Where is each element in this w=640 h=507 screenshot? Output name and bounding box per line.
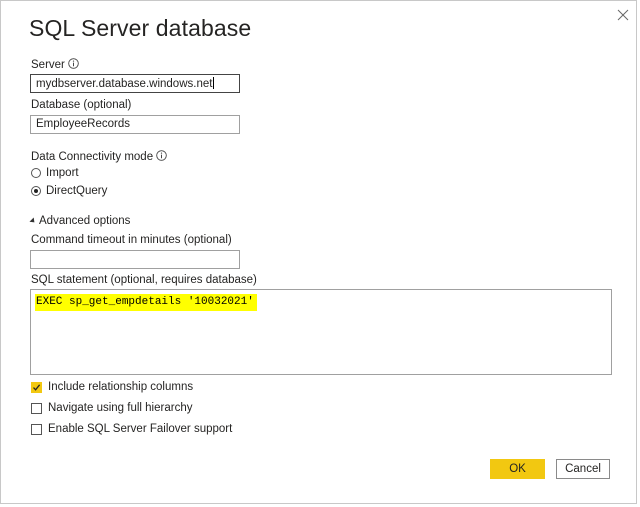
checkbox-navigate-full-hierarchy[interactable]: Navigate using full hierarchy [31, 402, 192, 414]
server-input-value: mydbserver.database.windows.net [36, 78, 213, 90]
server-label: Server [31, 59, 65, 71]
ok-button[interactable]: OK [490, 459, 545, 479]
checkbox-checked[interactable] [31, 381, 42, 393]
checkbox-label: Include relationship columns [48, 381, 194, 393]
radio-import-label: Import [46, 167, 79, 179]
command-timeout-input[interactable] [30, 250, 240, 269]
advanced-options-toggle[interactable]: Advanced options [29, 215, 131, 227]
sql-statement-text: EXEC sp_get_empdetails '10032021' [35, 294, 257, 311]
timeout-label: Command timeout in minutes (optional) [31, 234, 232, 246]
sql-server-database-dialog: SQL Server database Server mydbserver.da… [0, 0, 637, 504]
text-caret [213, 77, 215, 89]
checkbox-include-relationship-columns[interactable]: Include relationship columns [31, 381, 193, 393]
radio-directquery-label: DirectQuery [46, 185, 108, 197]
close-icon [617, 9, 629, 21]
radio-button[interactable] [31, 168, 41, 178]
expand-triangle-icon [29, 216, 37, 225]
dialog-title: SQL Server database [29, 15, 252, 41]
checkbox-unchecked[interactable] [31, 402, 42, 414]
connectivity-label-row: Data Connectivity mode [31, 150, 167, 164]
checkbox-enable-failover-support[interactable]: Enable SQL Server Failover support [31, 423, 232, 435]
cancel-button[interactable]: Cancel [556, 459, 610, 479]
sql-statement-label: SQL statement (optional, requires databa… [31, 274, 257, 286]
info-icon[interactable] [68, 58, 79, 72]
radio-button-selected[interactable] [31, 186, 41, 196]
database-input-value: EmployeeRecords [36, 118, 130, 130]
checkbox-label: Navigate using full hierarchy [48, 402, 193, 414]
database-input[interactable]: EmployeeRecords [30, 115, 240, 134]
radio-directquery[interactable]: DirectQuery [31, 185, 107, 197]
checkbox-unchecked[interactable] [31, 423, 42, 435]
database-label: Database (optional) [31, 99, 132, 111]
connectivity-label: Data Connectivity mode [31, 151, 154, 163]
radio-import[interactable]: Import [31, 167, 79, 179]
server-input[interactable]: mydbserver.database.windows.net [30, 74, 240, 93]
server-label-row: Server [31, 58, 79, 72]
checkbox-label: Enable SQL Server Failover support [48, 423, 233, 435]
close-button[interactable] [613, 5, 633, 25]
info-icon[interactable] [156, 150, 167, 164]
advanced-options-label: Advanced options [39, 215, 131, 227]
checkmark-icon [33, 383, 41, 391]
sql-statement-textarea[interactable]: EXEC sp_get_empdetails '10032021' [30, 289, 612, 375]
